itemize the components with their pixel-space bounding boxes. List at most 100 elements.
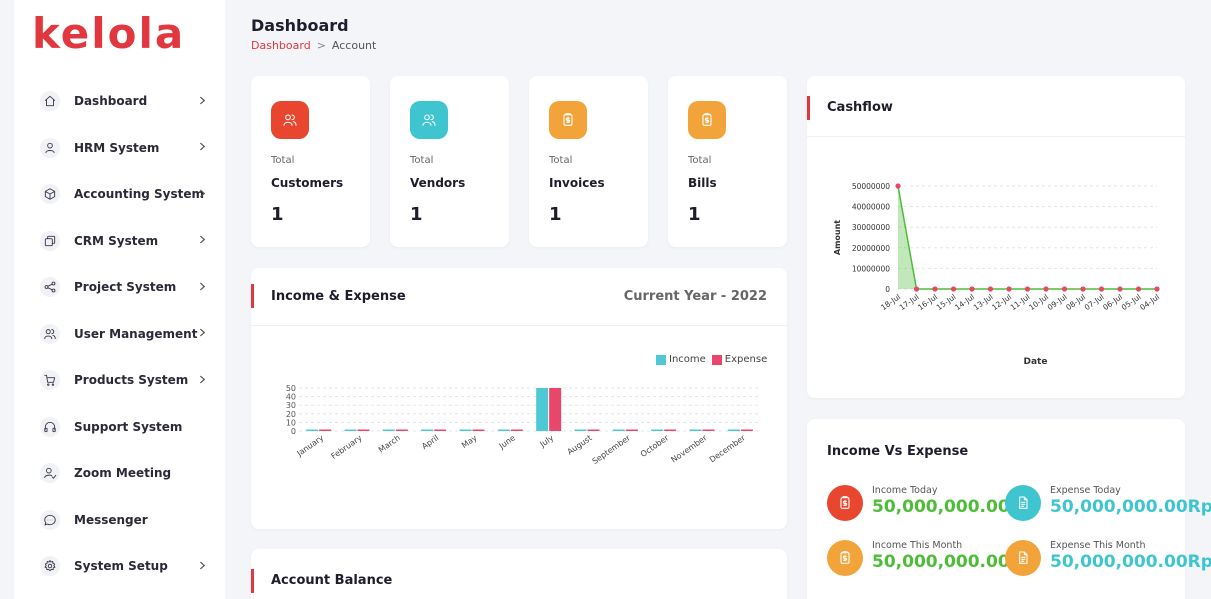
bar-expense[interactable] [587, 429, 600, 432]
sidebar-item-zoom-meeting[interactable]: Zoom Meeting [14, 450, 225, 497]
sidebar-item-dashboard[interactable]: Dashboard [14, 78, 225, 125]
box-icon [40, 184, 60, 205]
cashflow-point[interactable] [969, 286, 975, 292]
cashflow-point[interactable] [913, 286, 920, 292]
stat-caption: Total [549, 155, 573, 166]
bar-chart-xtick-label: June [497, 433, 517, 451]
bar-chart-xtick-label: August [566, 433, 594, 456]
message-icon [40, 509, 60, 530]
cashflow-ylabel: Amount [833, 220, 842, 255]
bar-chart-ytick-label: 40 [286, 393, 296, 402]
section-accent-bar [251, 569, 254, 593]
stat-count: 1 [688, 204, 701, 225]
stat-card-vendors[interactable]: Total Vendors 1 [390, 76, 509, 247]
cashflow-point[interactable] [1061, 286, 1068, 292]
bar-income[interactable] [382, 429, 395, 432]
bar-expense[interactable] [702, 429, 715, 432]
stat-card-customers[interactable]: Total Customers 1 [251, 76, 370, 247]
income-expense-bar-chart: 01020304050 January February March April May J… [286, 384, 759, 466]
logo-text: kelola [32, 12, 185, 56]
bar-income[interactable] [497, 429, 510, 432]
cashflow-xtick-label: 16-Jul [916, 292, 939, 312]
bar-chart-ytick-label: 10 [286, 418, 296, 427]
sidebar-item-hrm-system[interactable]: HRM System [14, 125, 225, 172]
cashflow-xtick-label: 11-Jul [1009, 292, 1032, 312]
bar-income[interactable] [459, 429, 472, 432]
chevron-right-icon [198, 280, 207, 295]
cashflow-card: Cashflow 0 10000000 20000000 30000000 400000… [807, 76, 1185, 398]
document-icon [1005, 485, 1041, 521]
sidebar-item-label: System Setup [74, 559, 168, 574]
cashflow-point[interactable] [1024, 286, 1031, 292]
invoice-icon [827, 485, 863, 521]
bar-chart-xtick-label: July [538, 433, 556, 449]
bar-income[interactable] [689, 429, 702, 432]
sidebar-item-label: Products System [74, 373, 189, 388]
page-title: Dashboard [251, 16, 349, 35]
sidebar-item-project-system[interactable]: Project System [14, 264, 225, 311]
summary-label: Income Today [872, 485, 938, 496]
bar-expense[interactable] [472, 429, 485, 432]
cashflow-line [897, 185, 1157, 290]
bar-income[interactable] [306, 429, 319, 432]
bar-income[interactable] [344, 429, 357, 432]
sidebar-item-crm-system[interactable]: CRM System [14, 218, 225, 265]
bar-expense[interactable] [510, 429, 523, 432]
stat-card-invoices[interactable]: Total Invoices 1 [529, 76, 648, 247]
cashflow-point[interactable] [1080, 286, 1086, 292]
breadcrumb-dashboard-link[interactable]: Dashboard [251, 39, 311, 52]
cashflow-point[interactable] [1154, 286, 1160, 292]
bar-income[interactable] [651, 429, 664, 432]
cashflow-point[interactable] [895, 183, 901, 189]
bar-chart-xtick-label: November [669, 433, 709, 465]
bar-expense[interactable] [740, 429, 753, 432]
stat-card-bills[interactable]: Total Bills 1 [668, 76, 787, 247]
user-check-icon [40, 463, 60, 484]
user-icon [40, 137, 60, 158]
bar-expense[interactable] [664, 429, 677, 432]
cashflow-point[interactable] [1098, 286, 1105, 292]
sidebar-item-label: Dashboard [74, 94, 148, 109]
bar-expense[interactable] [319, 429, 332, 432]
summary-value: 50,000,000.00Rp [1050, 497, 1211, 517]
cashflow-point[interactable] [950, 286, 957, 292]
sidebar-item-support-system[interactable]: Support System [14, 404, 225, 451]
cashflow-point[interactable] [1135, 286, 1142, 292]
stat-name: Bills [688, 176, 717, 190]
bar-expense[interactable] [357, 429, 370, 432]
sidebar-item-system-setup[interactable]: System Setup [14, 543, 225, 590]
sidebar-item-products-system[interactable]: Products System [14, 357, 225, 404]
cashflow-point[interactable] [1043, 286, 1049, 292]
income-vs-expense-card: Income Vs Expense Income Today 50,000,000… [807, 419, 1211, 599]
cashflow-xtick-label: 04-Jul [1138, 292, 1161, 312]
cashflow-point[interactable] [987, 286, 994, 292]
users-icon [410, 101, 448, 139]
bar-income[interactable] [612, 429, 625, 432]
bar-expense[interactable] [625, 429, 638, 432]
bar-income[interactable] [727, 429, 740, 432]
bar-income[interactable] [536, 388, 549, 431]
cashflow-point[interactable] [932, 286, 938, 292]
sidebar-item-accounting-system[interactable]: Accounting System [14, 171, 225, 218]
cashflow-xtick-label: 09-Jul [1046, 292, 1069, 312]
cashflow-point[interactable] [1006, 286, 1012, 292]
chevron-right-icon [198, 326, 207, 341]
bar-expense[interactable] [434, 429, 447, 432]
chevron-right-icon [198, 94, 207, 109]
cashflow-point[interactable] [1117, 286, 1123, 292]
bar-expense[interactable] [395, 429, 408, 432]
brand-logo[interactable]: kelola [32, 12, 212, 56]
sidebar-item-label: Support System [74, 419, 183, 434]
cashflow-ytick-label: 30000000 [852, 223, 890, 232]
bar-chart-xtick-label: December [708, 433, 748, 465]
bar-income[interactable] [574, 429, 587, 432]
stat-name: Customers [271, 176, 344, 190]
bar-chart-ytick-label: 0 [291, 427, 296, 436]
bar-expense[interactable] [549, 388, 562, 431]
income-vs-expense-title: Income Vs Expense [827, 444, 969, 459]
sidebar-item-messenger[interactable]: Messenger [14, 497, 225, 544]
bar-income[interactable] [421, 429, 434, 432]
sidebar-item-user-management[interactable]: User Management [14, 311, 225, 358]
breadcrumb-current: Account [331, 39, 377, 52]
invoice-icon [688, 101, 726, 139]
